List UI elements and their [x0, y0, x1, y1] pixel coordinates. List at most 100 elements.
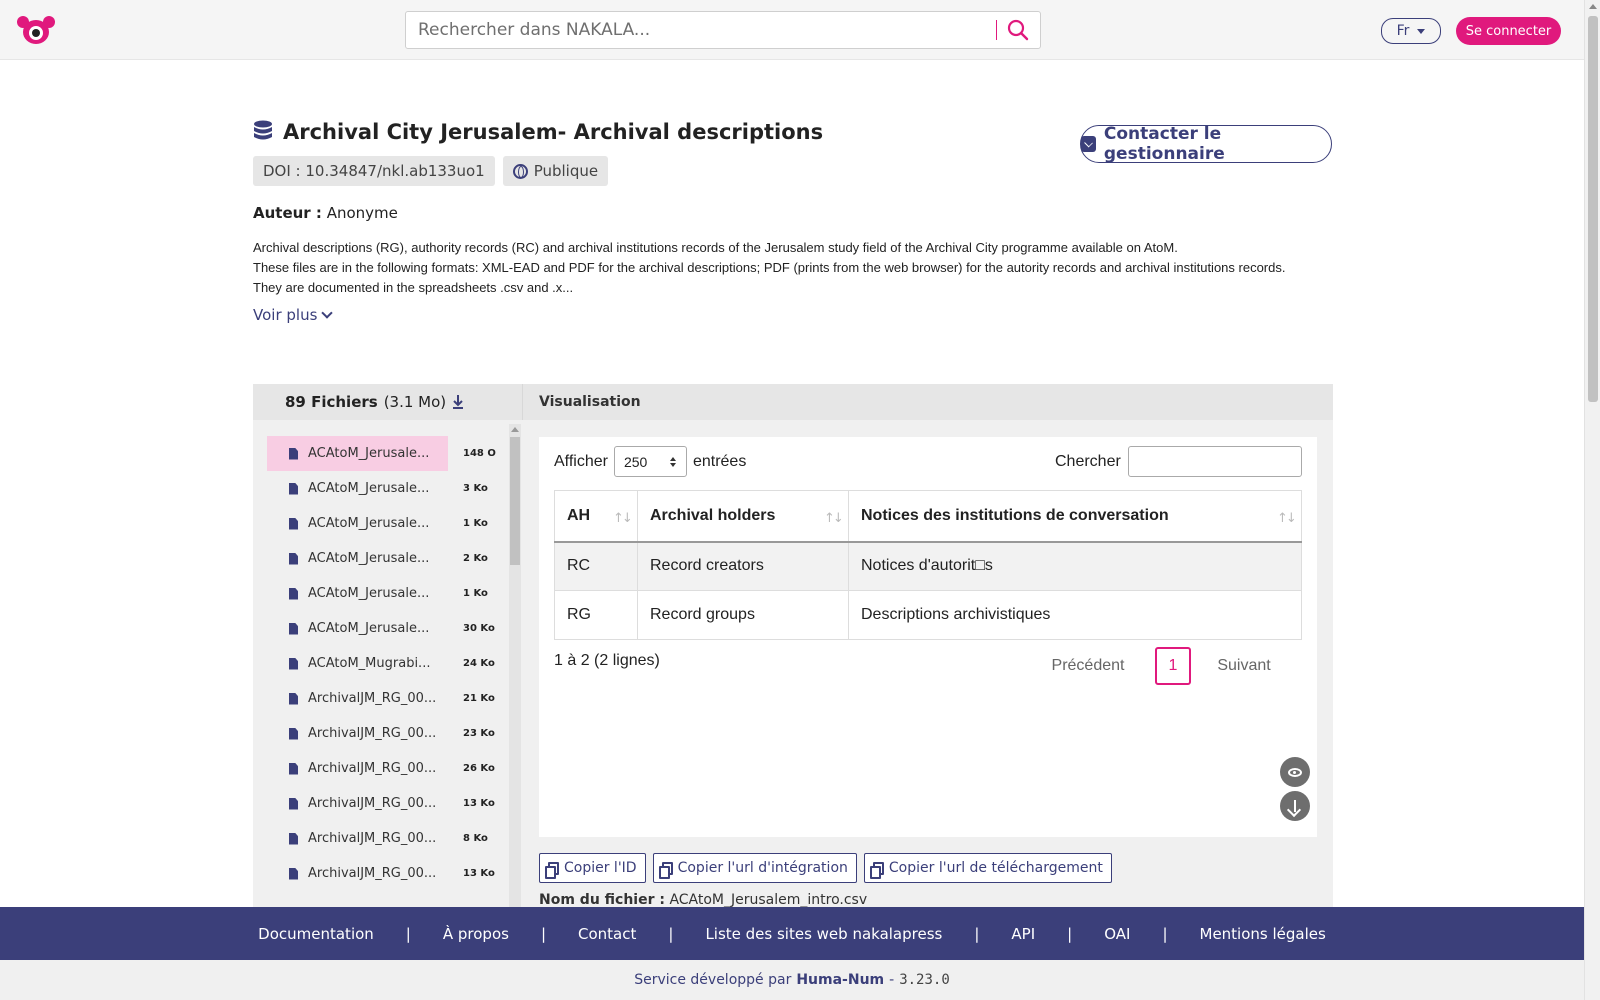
- column-header-label: Notices des institutions de conversation: [861, 506, 1169, 524]
- entries-select[interactable]: 250: [613, 446, 687, 477]
- file-name: ACAtoM_Jerusale...: [308, 551, 430, 566]
- file-icon: [289, 657, 298, 670]
- file-list-item[interactable]: ACAtoM_Jerusale... 30 Ko: [267, 611, 497, 646]
- chevron-down-icon: [321, 307, 334, 319]
- file-icon: [289, 867, 298, 880]
- files-panel: 89 Fichiers (3.1 Mo) ACAtoM_Jerusale... 1…: [253, 384, 523, 914]
- file-list-item[interactable]: ArchivalJM_RG_00... 21 Ko: [267, 681, 497, 716]
- file-list-item[interactable]: ACAtoM_Jerusale... 1 Ko: [267, 576, 497, 611]
- file-list-item[interactable]: ArchivalJM_RG_00... 26 Ko: [267, 751, 497, 786]
- footer-link-legal[interactable]: Mentions légales: [1200, 925, 1326, 943]
- column-header[interactable]: AH: [554, 490, 638, 543]
- file-list-item[interactable]: ACAtoM_Mugrabi... 24 Ko: [267, 646, 497, 681]
- footer-link-api[interactable]: API: [1011, 925, 1035, 943]
- page-scrollbar[interactable]: [1584, 0, 1600, 1000]
- file-icon: [289, 692, 298, 705]
- file-name: ArchivalJM_RG_00...: [308, 761, 437, 776]
- copy-embed-url-label: Copier l'url d'intégration: [677, 860, 848, 876]
- file-list-item[interactable]: ArchivalJM_RG_00... 23 Ko: [267, 716, 497, 751]
- footer-link-nakalapress[interactable]: Liste des sites web nakalapress: [705, 925, 942, 943]
- table-cell: Record creators: [637, 541, 849, 591]
- file-name: ACAtoM_Jerusale...: [308, 516, 430, 531]
- entries-label: entrées: [692, 452, 747, 470]
- contact-manager-button[interactable]: Contacter le gestionnaire: [1080, 124, 1332, 164]
- column-header[interactable]: Archival holders: [637, 490, 849, 543]
- file-name: ArchivalJM_RG_00...: [308, 726, 437, 741]
- column-header[interactable]: Notices des institutions de conversation: [848, 490, 1302, 543]
- mail-icon: [1081, 136, 1096, 152]
- search-input[interactable]: [418, 12, 988, 48]
- footer-link-oai[interactable]: OAI: [1104, 925, 1130, 943]
- file-name-line: Nom du fichier : ACAtoM_Jerusalem_intro.…: [539, 892, 867, 908]
- preview-button[interactable]: [1280, 757, 1310, 787]
- table-info: 1 à 2 (2 lignes): [554, 652, 660, 669]
- table-row: RG Record groups Descriptions archivisti…: [554, 590, 1302, 640]
- copy-buttons: Copier l'ID Copier l'url d'intégration C…: [539, 853, 1112, 883]
- footer-credits: Service développé par Huma-Num - 3.23.0: [0, 960, 1584, 1000]
- login-button[interactable]: Se connecter: [1456, 17, 1561, 45]
- search-box: [405, 11, 1041, 49]
- file-icon: [289, 762, 298, 775]
- file-name: ACAtoM_Jerusale...: [308, 446, 430, 461]
- file-list-item[interactable]: ACAtoM_Jerusale... 148 O: [267, 436, 497, 471]
- footer-separator: |: [405, 924, 411, 943]
- copy-id-button[interactable]: Copier l'ID: [539, 853, 646, 883]
- show-more-link[interactable]: Voir plus: [253, 306, 334, 324]
- footer-link-about[interactable]: À propos: [443, 925, 509, 943]
- table-search: Chercher: [1055, 446, 1302, 477]
- file-size: 24 Ko: [463, 658, 495, 669]
- service-org-link[interactable]: Huma-Num: [796, 972, 884, 988]
- file-list-item[interactable]: ArchivalJM_RG_00... 13 Ko: [267, 786, 497, 821]
- footer-link-documentation[interactable]: Documentation: [258, 925, 374, 943]
- copy-embed-url-button[interactable]: Copier l'url d'intégration: [652, 853, 857, 883]
- file-list-item-main: ACAtoM_Mugrabi...: [267, 646, 448, 681]
- nakala-logo[interactable]: [16, 14, 56, 46]
- files-list: ACAtoM_Jerusale... 148 O ACAtoM_Jerusale..…: [267, 436, 497, 891]
- file-icon: [289, 622, 298, 635]
- file-name: ACAtoM_Jerusale...: [308, 621, 430, 636]
- file-size: 21 Ko: [463, 693, 495, 704]
- file-list-item[interactable]: ACAtoM_Jerusale... 1 Ko: [267, 506, 497, 541]
- file-name: ArchivalJM_RG_00...: [308, 866, 437, 881]
- scrollbar-thumb[interactable]: [1588, 16, 1598, 402]
- footer-link-contact[interactable]: Contact: [578, 925, 636, 943]
- previous-page-button[interactable]: Précédent: [1029, 657, 1147, 675]
- doi-text: DOI : 10.34847/nkl.ab133uo1: [263, 162, 485, 180]
- table-search-input[interactable]: [1127, 446, 1302, 477]
- sort-arrows-icon: [669, 457, 676, 467]
- files-scrollbar[interactable]: [509, 424, 521, 914]
- file-list-item-main: ACAtoM_Jerusale...: [267, 611, 448, 646]
- page-title: Archival City Jerusalem- Archival descri…: [283, 120, 824, 144]
- copy-download-url-button[interactable]: Copier l'url de téléchargement: [863, 853, 1112, 883]
- file-name: ArchivalJM_RG_00...: [308, 831, 437, 846]
- top-navbar: Fr Se connecter: [0, 0, 1584, 60]
- files-scrollbar-thumb[interactable]: [510, 437, 520, 565]
- file-list-item-main: ArchivalJM_RG_00...: [267, 856, 448, 891]
- download-file-button[interactable]: [1280, 791, 1310, 821]
- file-list-item[interactable]: ArchivalJM_RG_00... 13 Ko: [267, 856, 497, 891]
- download-all-icon[interactable]: [452, 395, 464, 409]
- table-cell: RG: [554, 590, 638, 640]
- file-list-item-main: ACAtoM_Jerusale...: [267, 436, 448, 471]
- show-more-label: Voir plus: [253, 306, 318, 324]
- language-dropdown[interactable]: Fr: [1381, 18, 1441, 44]
- scroll-up-icon[interactable]: [1589, 4, 1597, 9]
- file-list-item-main: ArchivalJM_RG_00...: [267, 751, 448, 786]
- page-1-button[interactable]: 1: [1155, 647, 1191, 685]
- file-list-item[interactable]: ACAtoM_Jerusale... 2 Ko: [267, 541, 497, 576]
- column-header-label: Archival holders: [650, 506, 776, 524]
- next-page-button[interactable]: Suivant: [1199, 657, 1289, 675]
- file-list-item-main: ArchivalJM_RG_00...: [267, 681, 448, 716]
- scroll-up-icon[interactable]: [511, 427, 519, 432]
- file-name-label: Nom du fichier :: [539, 892, 665, 908]
- table-header-row: AH Archival holders Notices des institut…: [554, 490, 1302, 543]
- arrow-down-icon: [1294, 800, 1296, 812]
- file-icon: [289, 727, 298, 740]
- file-size: 1 Ko: [463, 518, 488, 529]
- file-size: 1 Ko: [463, 588, 488, 599]
- author-line: Auteur : Anonyme: [253, 204, 398, 222]
- file-list-item[interactable]: ArchivalJM_RG_00... 8 Ko: [267, 821, 497, 856]
- file-list-item[interactable]: ACAtoM_Jerusale... 3 Ko: [267, 471, 497, 506]
- search-icon[interactable]: [1006, 18, 1030, 42]
- badges: DOI : 10.34847/nkl.ab133uo1 Publique: [253, 156, 609, 186]
